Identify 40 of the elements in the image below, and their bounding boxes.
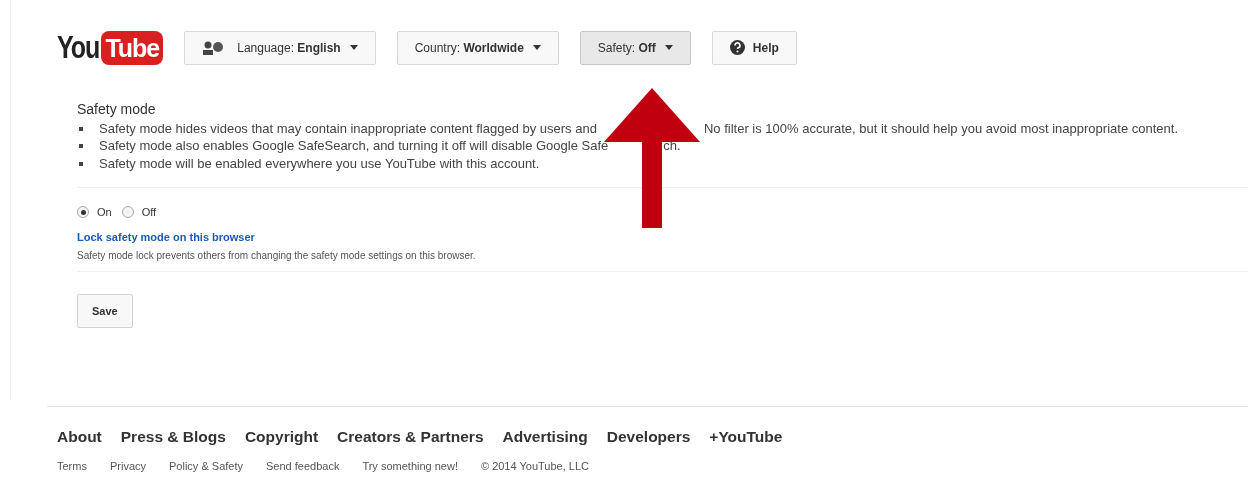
language-button[interactable]: Language: English: [184, 30, 376, 65]
caret-icon: [349, 45, 358, 51]
footer-link[interactable]: Creators & Partners: [337, 425, 484, 449]
logo-text: You: [57, 28, 100, 67]
help-icon: [729, 40, 745, 56]
bullet-text: ch.: [663, 137, 681, 155]
radio-button[interactable]: [77, 206, 89, 219]
caret-icon: [532, 45, 541, 51]
footer-link[interactable]: Send feedback: [266, 458, 340, 475]
people-icon: [202, 40, 225, 55]
footer-link[interactable]: +YouTube: [709, 425, 783, 449]
footer-link[interactable]: Try something new!: [362, 458, 458, 475]
bullet-text: Safety mode hides videos that may contain inappropriate content flagged by users and: [99, 119, 597, 137]
footer-link[interactable]: Advertising: [502, 425, 588, 449]
section-title: Safety mode: [77, 99, 157, 118]
logo-badge: Tube: [101, 30, 164, 65]
lock-link[interactable]: Lock safety mode on this browser: [77, 228, 255, 245]
lock-description: Safety mode lock prevents others from changing the safety mode settings on this browser.: [77, 249, 477, 263]
caret-icon: [664, 45, 673, 51]
radio-label: On: [97, 205, 112, 220]
radio-button[interactable]: [121, 206, 134, 219]
help-button[interactable]: Help: [711, 30, 797, 65]
safety-button[interactable]: Safety: Off: [579, 30, 691, 65]
bullet-text: No filter is 100% accurate, but it should help you avoid most inappropriate content.: [703, 119, 1178, 137]
footer-link[interactable]: Privacy: [109, 458, 146, 475]
footer-link[interactable]: Copyright: [244, 425, 319, 449]
bullet-text: Safety mode also enables Google SafeSearch, and turning it off will disable Google Safe: [99, 137, 609, 155]
footer-link[interactable]: Policy & Safety: [169, 458, 243, 475]
radio-label: Off: [141, 205, 157, 220]
save-button[interactable]: Save: [77, 294, 133, 328]
bullet-icon: [79, 144, 83, 148]
bullet-icon: [79, 126, 83, 131]
footer-link[interactable]: Terms: [57, 458, 87, 475]
bullet-icon: [79, 161, 83, 166]
copyright-text: © 2014 YouTube, LLC: [480, 459, 589, 475]
country-button[interactable]: Country: Worldwide: [396, 30, 559, 65]
footer-link[interactable]: Developers: [606, 425, 691, 449]
footer-link[interactable]: About: [57, 425, 102, 449]
bullet-text: Safety mode will be enabled everywhere you use YouTube with this account.: [99, 154, 540, 172]
footer-link[interactable]: Press & Blogs: [120, 425, 226, 449]
